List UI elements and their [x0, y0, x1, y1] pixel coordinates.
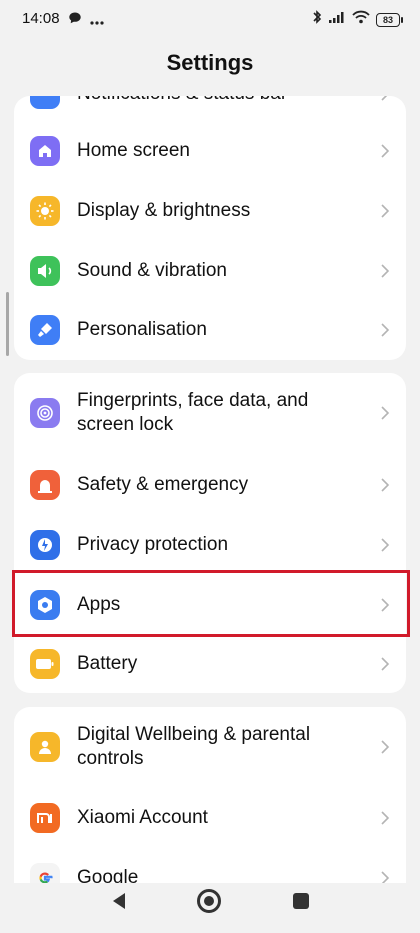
settings-item-label: Fingerprints, face data, and screen lock [77, 390, 309, 435]
google-icon [30, 863, 60, 883]
privacy-icon [30, 530, 60, 560]
settings-item-display[interactable]: Display & brightness [14, 181, 406, 241]
settings-item-battery[interactable]: Battery [14, 635, 406, 693]
chevron-right-icon [381, 657, 390, 671]
chevron-right-icon [381, 740, 390, 754]
chevron-right-icon [381, 323, 390, 337]
chevron-right-icon [381, 264, 390, 278]
notifications-icon [30, 96, 60, 109]
chat-notification-icon [68, 11, 82, 30]
back-icon[interactable] [110, 891, 128, 911]
home-button-icon[interactable] [197, 889, 221, 913]
fingerprint-icon [30, 398, 60, 428]
chevron-right-icon [381, 871, 390, 883]
brush-icon [30, 315, 60, 345]
settings-item-label: Sound & vibration [77, 260, 227, 281]
settings-item-label: Personalisation [77, 319, 207, 340]
settings-item-sound[interactable]: Sound & vibration [14, 241, 406, 301]
scroll-indicator [6, 292, 9, 356]
settings-item-label: Safety & emergency [77, 474, 249, 495]
speaker-icon [30, 256, 60, 286]
settings-item-digital-wellbeing[interactable]: Digital Wellbeing & parental controls [14, 707, 406, 787]
settings-group-3: Digital Wellbeing & parental controls Xi… [14, 707, 406, 883]
chevron-right-icon [381, 96, 388, 101]
status-bar: 14:08 83 [0, 0, 420, 38]
navigation-bar [0, 883, 420, 933]
chevron-right-icon [381, 204, 390, 218]
bluetooth-icon [312, 9, 322, 30]
battery-level: 83 [382, 14, 393, 25]
settings-item-notifications[interactable]: Notifications & status bar [14, 96, 406, 124]
settings-item-xiaomi-account[interactable]: Xiaomi Account [14, 788, 406, 848]
chevron-right-icon [381, 406, 390, 420]
signal-icon [328, 10, 346, 29]
status-left-icons [68, 11, 104, 30]
settings-item-label: Privacy protection [77, 534, 229, 555]
apps-highlight-box [12, 570, 410, 637]
wellbeing-icon [30, 732, 60, 762]
settings-item-home-screen[interactable]: Home screen [14, 121, 406, 181]
settings-item-label: Notifications & status bar [77, 96, 287, 106]
status-time: 14:08 [22, 10, 60, 27]
recents-icon[interactable] [293, 893, 309, 909]
settings-item-label: Google [77, 867, 139, 883]
chevron-right-icon [381, 811, 390, 825]
settings-item-fingerprints[interactable]: Fingerprints, face data, and screen lock [14, 373, 406, 453]
battery-indicator: 83 [376, 12, 403, 27]
chevron-right-icon [381, 144, 390, 158]
emergency-icon [30, 470, 60, 500]
wifi-icon [352, 10, 370, 29]
mi-icon [30, 803, 60, 833]
settings-item-safety[interactable]: Safety & emergency [14, 455, 406, 515]
sun-icon [30, 196, 60, 226]
settings-item-personalisation[interactable]: Personalisation [14, 300, 406, 360]
chevron-right-icon [381, 538, 390, 552]
settings-item-label: Battery [77, 653, 138, 674]
settings-group-1: Notifications & status bar Home screen D… [14, 96, 406, 360]
settings-group-2: Fingerprints, face data, and screen lock… [14, 373, 406, 693]
more-notifications-icon [90, 12, 104, 30]
settings-item-label: Xiaomi Account [77, 807, 208, 828]
settings-item-google[interactable]: Google [14, 848, 406, 883]
settings-item-privacy[interactable]: Privacy protection [14, 515, 406, 575]
page-title: Settings [166, 50, 254, 75]
home-icon [30, 136, 60, 166]
settings-item-label: Digital Wellbeing & parental controls [77, 724, 311, 769]
status-right-icons: 83 [312, 9, 403, 30]
battery-icon [30, 649, 60, 679]
chevron-right-icon [381, 478, 390, 492]
settings-item-label: Display & brightness [77, 200, 251, 221]
settings-item-label: Home screen [77, 140, 190, 161]
